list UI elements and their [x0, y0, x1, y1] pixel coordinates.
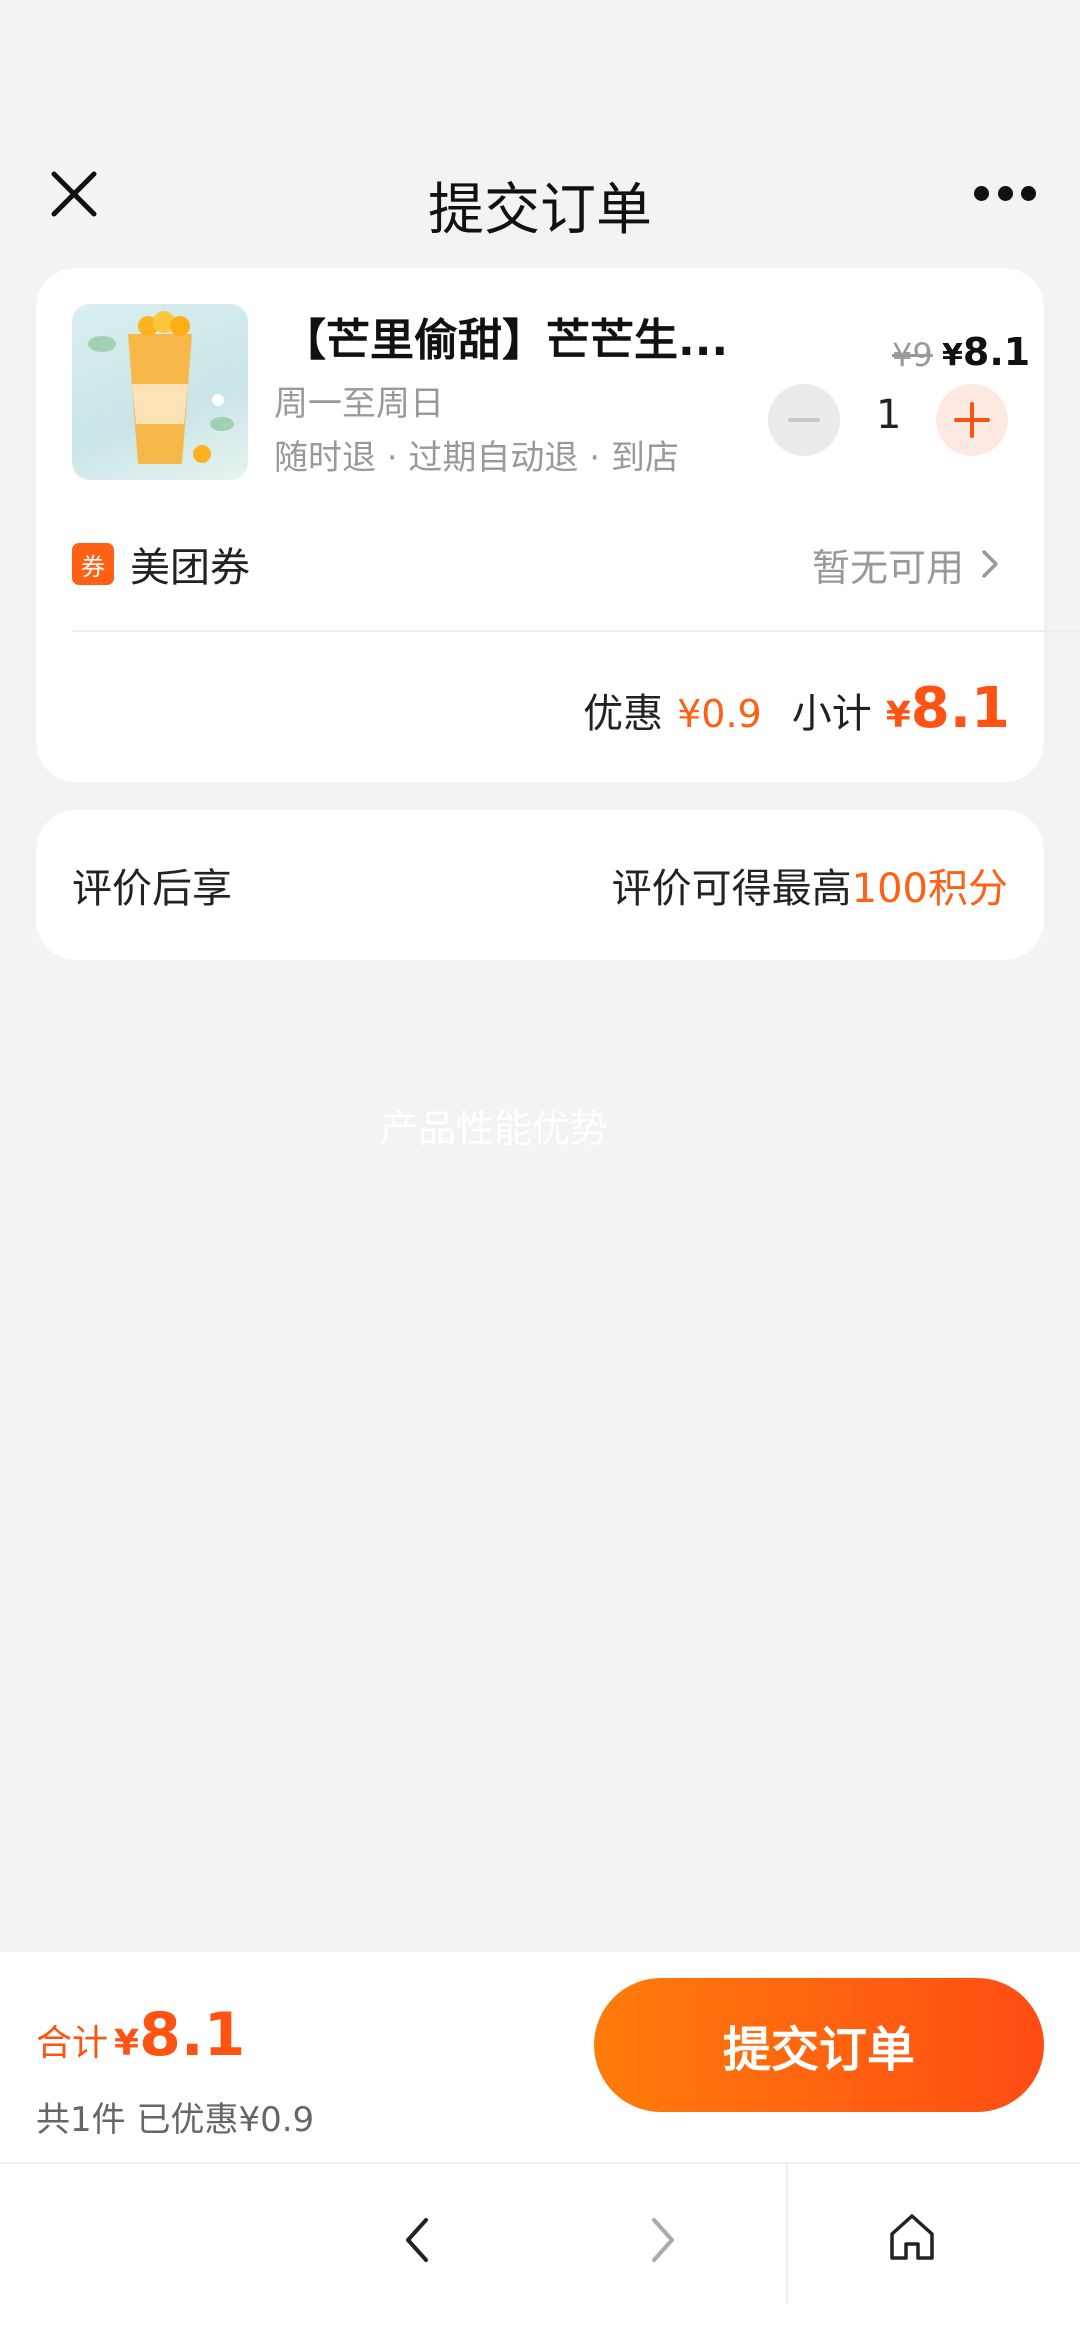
forward-icon[interactable]: [640, 2212, 684, 2268]
discount-value: ¥0.9: [677, 692, 762, 736]
product-name[interactable]: 【芒里偷甜】芒芒生...: [282, 304, 762, 368]
coupon-label: 美团券: [130, 545, 250, 591]
back-icon[interactable]: [396, 2212, 440, 2268]
page-title: 提交订单: [428, 177, 652, 243]
review-label: 评价后享: [72, 866, 232, 912]
subtotal-amount: 8.1: [910, 676, 1010, 741]
checkout-bar: 合计 ¥8.1 共1件 已优惠¥0.9 提交订单: [0, 1952, 1080, 2162]
product-image[interactable]: [72, 304, 248, 480]
browser-toolbar: [0, 2162, 1080, 2344]
coupon-row[interactable]: 券 美团券 暂无可用: [72, 532, 1008, 596]
divider: [72, 630, 1080, 632]
order-summary-row: 优惠 ¥0.9 小计 ¥8.1: [583, 676, 1010, 741]
quantity-minus-button[interactable]: [768, 384, 840, 456]
review-reward-prefix: 评价可得最高: [611, 866, 852, 912]
order-card: 【芒里偷甜】芒芒生... 周一至周日 随时退 · 过期自动退 · 到店 ¥9 ¥…: [36, 268, 1080, 782]
total-yen: ¥: [114, 2023, 140, 2064]
price-original: ¥9: [892, 336, 933, 374]
review-reward-points: 100积分: [851, 866, 1008, 912]
coupon-status: 暂无可用: [811, 545, 964, 590]
quantity-value: 1: [876, 392, 902, 438]
price-value: 8.1: [962, 330, 1031, 374]
submit-order-button[interactable]: 提交订单: [594, 1978, 1044, 2112]
total-label: 合计: [36, 2023, 109, 2064]
home-icon[interactable]: [886, 2208, 938, 2264]
quantity-plus-button[interactable]: [936, 384, 1008, 456]
coupon-icon: 券: [72, 543, 114, 585]
subtotal-label: 小计: [791, 691, 872, 737]
close-icon[interactable]: [48, 168, 100, 220]
more-icon[interactable]: [974, 178, 1036, 208]
watermark-text: 产品性能优势: [380, 1107, 609, 1151]
navbar: 提交订单: [0, 150, 1080, 260]
review-reward: 评价可得最高100积分: [612, 856, 1008, 914]
total-summary: 共1件 已优惠¥0.9: [36, 2100, 315, 2140]
total-amount: 8.1: [139, 2000, 246, 2070]
review-card: 评价后享 评价可得最高100积分: [36, 810, 1044, 960]
subtotal-value: ¥8.1: [886, 676, 1010, 741]
product-refund-policy: 随时退 · 过期自动退 · 到店: [274, 438, 679, 478]
total-value: ¥8.1: [114, 2000, 245, 2070]
subtotal-yen: ¥: [885, 695, 911, 736]
chevron-right-icon: [982, 550, 998, 578]
product-days: 周一至周日: [274, 384, 444, 424]
discount-label: 优惠: [583, 691, 664, 737]
toolbar-divider: [786, 2164, 788, 2304]
status-area: [0, 0, 1080, 150]
plus-icon: [954, 402, 990, 438]
price-current: ¥8.1: [942, 330, 1030, 374]
total-line: 合计 ¥8.1: [36, 2000, 245, 2070]
price-yen: ¥: [942, 338, 963, 373]
